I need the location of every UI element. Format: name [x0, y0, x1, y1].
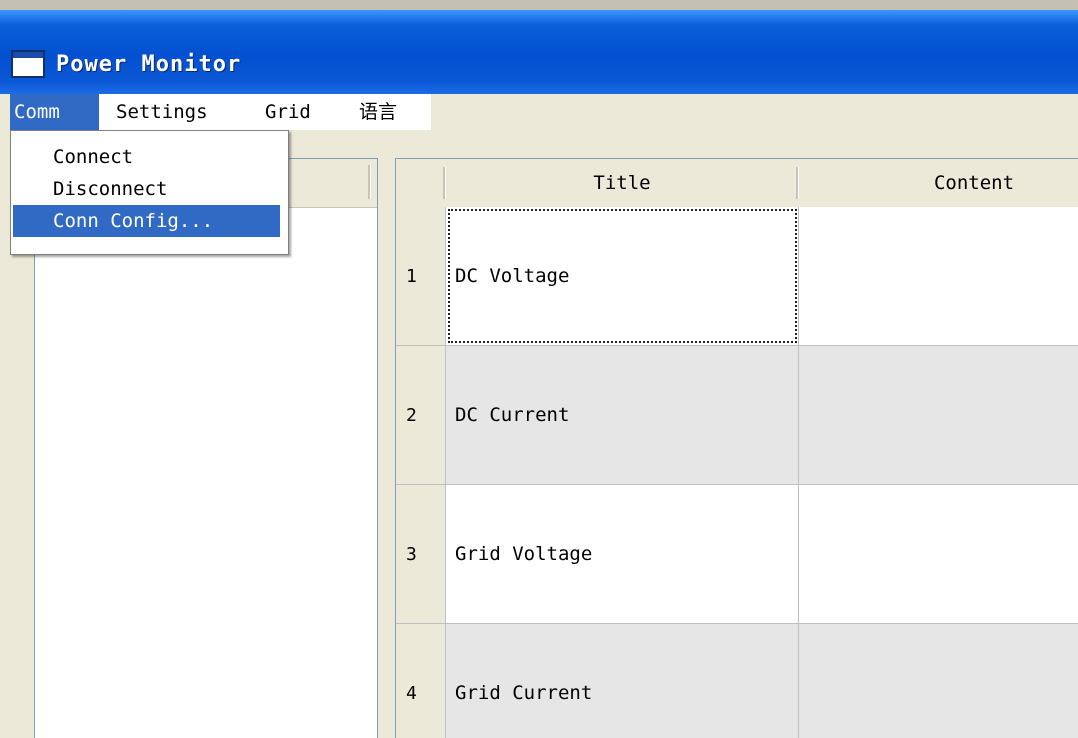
column-header-title[interactable]: Title	[446, 159, 798, 207]
cell-content[interactable]	[799, 485, 1078, 623]
app-window: Power Monitor Comm Settings Grid 语言 Titl…	[0, 0, 1078, 738]
title-bar[interactable]: Power Monitor	[0, 10, 1078, 94]
grid-header: Title Content	[396, 159, 1078, 208]
cell-content[interactable]	[799, 346, 1078, 484]
row-number[interactable]: 1	[396, 207, 446, 345]
cell-title[interactable]: Grid Current	[446, 624, 799, 738]
row-number[interactable]: 2	[396, 346, 446, 484]
menu-bar: Comm Settings Grid 语言	[0, 94, 1078, 130]
menu-grid[interactable]: Grid	[249, 94, 345, 130]
row-number[interactable]: 3	[396, 485, 446, 623]
window-icon	[11, 50, 45, 78]
cell-title[interactable]: DC Voltage	[446, 207, 799, 345]
table-row[interactable]: 2 DC Current	[396, 346, 1078, 485]
menu-item-conn-config[interactable]: Conn Config...	[13, 205, 280, 237]
table-row[interactable]: 3 Grid Voltage	[396, 485, 1078, 624]
menu-item-disconnect[interactable]: Disconnect	[13, 173, 280, 205]
row-number[interactable]: 4	[396, 624, 446, 738]
table-row[interactable]: 4 Grid Current	[396, 624, 1078, 738]
cell-title[interactable]: Grid Voltage	[446, 485, 799, 623]
cell-title[interactable]: DC Current	[446, 346, 799, 484]
comm-dropdown-menu: Connect Disconnect Conn Config...	[10, 130, 289, 255]
column-header-content[interactable]: Content	[799, 159, 1078, 207]
menu-language[interactable]: 语言	[345, 94, 431, 130]
menu-item-connect[interactable]: Connect	[13, 141, 280, 173]
data-grid: Title Content 1 DC Voltage 2 DC Current …	[395, 158, 1078, 738]
cell-content[interactable]	[799, 624, 1078, 738]
table-row[interactable]: 1 DC Voltage	[396, 207, 1078, 346]
menu-comm[interactable]: Comm	[10, 94, 99, 130]
window-title: Power Monitor	[56, 52, 242, 77]
window-top-strip	[0, 0, 1078, 10]
cell-content[interactable]	[799, 207, 1078, 345]
menu-settings[interactable]: Settings	[99, 94, 249, 130]
left-panel-header-divider	[368, 165, 371, 199]
